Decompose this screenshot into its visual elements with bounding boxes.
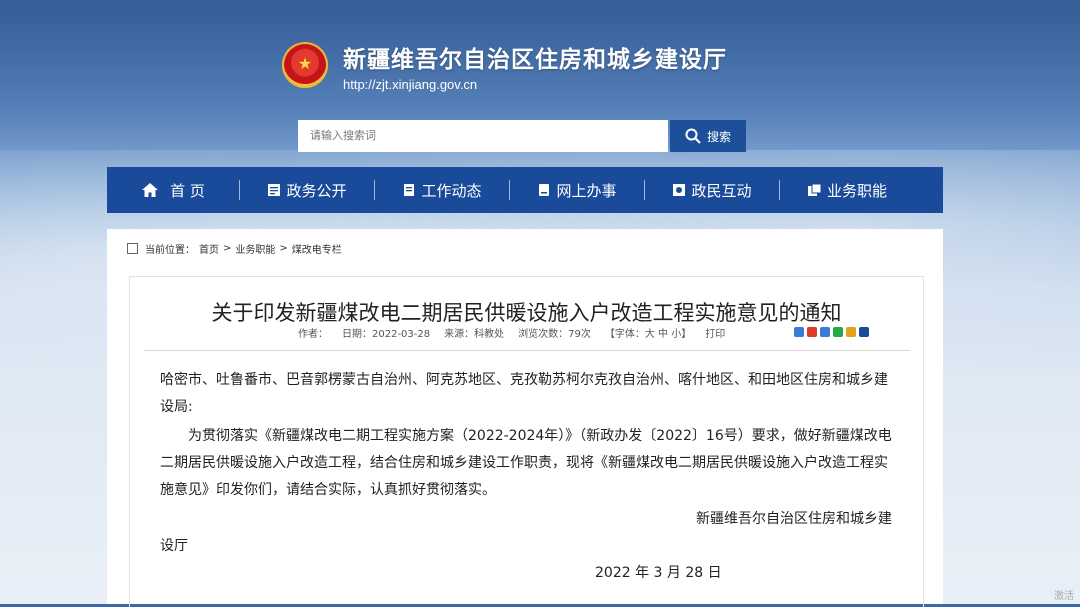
share-qzone-icon[interactable] (820, 327, 830, 337)
breadcrumb: 当前位置： 首页 > 业务职能 > 煤改电专栏 (127, 241, 342, 256)
nav-label-public-interaction: 政民互动 (691, 181, 752, 200)
search-button[interactable]: 搜索 (670, 120, 746, 152)
share-weibo-icon[interactable] (807, 327, 817, 337)
main-nav: 首 页 政务公开 工作动态 网上办事 政民互动 业务职能 (107, 167, 943, 213)
nav-item-public-interaction[interactable]: 政民互动 (645, 167, 779, 213)
article-title: 关于印发新疆煤改电二期居民供暖设施入户改造工程实施意见的通知 (211, 301, 842, 325)
share-wechat-icon[interactable] (833, 327, 843, 337)
document-icon (267, 183, 281, 197)
nav-item-government-affairs[interactable]: 政务公开 (240, 167, 374, 213)
signature-line-1: 新疆维吾尔自治区住房和城乡建 (696, 511, 892, 527)
breadcrumb-link-business-functions[interactable]: 业务职能 (235, 241, 275, 256)
search-icon (685, 128, 701, 144)
search-input[interactable]: 请输入搜索词 (298, 120, 668, 152)
article-date: 2022 年 3 月 28 日 (595, 565, 722, 581)
location-icon (127, 243, 138, 254)
breadcrumb-separator: > (279, 243, 288, 254)
nav-item-home[interactable]: 首 页 (107, 167, 239, 213)
content-card: 当前位置： 首页 > 业务职能 > 煤改电专栏 关于印发新疆煤改电二期居民供暖设… (107, 229, 943, 607)
meta-views: 浏览次数：79次 (518, 329, 591, 340)
article-meta: 作者： 日期：2022-03-28 来源：科教处 浏览次数：79次 【字体：大 … (298, 325, 725, 340)
watermark: 激活 (1054, 591, 1074, 602)
share-renren-icon[interactable] (859, 327, 869, 337)
share-bar (794, 327, 869, 337)
signature-line-2: 设厅 (160, 538, 188, 554)
search-button-label: 搜索 (706, 129, 731, 144)
nav-label-online-services: 网上办事 (556, 181, 617, 200)
nav-item-business-functions[interactable]: 业务职能 (780, 167, 914, 213)
interaction-icon (672, 183, 686, 197)
article-paragraph: 为贯彻落实《新疆煤改电二期工程实施方案（2022-2024年）》（新政办发〔20… (160, 428, 892, 498)
nav-item-work-news[interactable]: 工作动态 (375, 167, 509, 213)
service-icon (537, 183, 551, 197)
meta-date: 日期：2022-03-28 (342, 329, 431, 340)
title-divider (144, 350, 910, 351)
article-panel: 关于印发新疆煤改电二期居民供暖设施入户改造工程实施意见的通知 作者： 日期：20… (129, 276, 924, 607)
nav-label-government-affairs: 政务公开 (286, 181, 347, 200)
breadcrumb-prefix: 当前位置： (145, 245, 195, 256)
font-size-switcher[interactable]: 【字体：大 中 小】 (605, 325, 691, 340)
national-emblem-logo: ★ (282, 42, 328, 88)
news-icon (402, 183, 416, 197)
home-icon (141, 182, 159, 198)
breadcrumb-separator: > (223, 243, 232, 254)
nav-label-work-news: 工作动态 (421, 181, 482, 200)
nav-label-business-functions: 业务职能 (826, 181, 887, 200)
site-title: 新疆维吾尔自治区住房和城乡建设厅 (343, 47, 727, 73)
breadcrumb-link-coal-to-electricity[interactable]: 煤改电专栏 (292, 241, 342, 256)
nav-label-home: 首 页 (170, 181, 205, 200)
article-addressee: 哈密市、吐鲁番市、巴音郭楞蒙古自治州、阿克苏地区、克孜勒苏柯尔克孜自治州、喀什地… (160, 372, 888, 415)
function-icon (807, 183, 822, 197)
meta-source: 来源：科教处 (444, 329, 505, 340)
breadcrumb-link-home[interactable]: 首页 (199, 241, 219, 256)
meta-author: 作者： (298, 329, 328, 340)
print-link[interactable]: 打印 (705, 325, 725, 340)
share-more-icon[interactable] (794, 327, 804, 337)
share-qq-icon[interactable] (846, 327, 856, 337)
site-url: http://zjt.xinjiang.gov.cn (343, 77, 478, 92)
nav-item-online-services[interactable]: 网上办事 (510, 167, 644, 213)
article-signature: 新疆维吾尔自治区住房和城乡建 设厅 (160, 506, 892, 560)
